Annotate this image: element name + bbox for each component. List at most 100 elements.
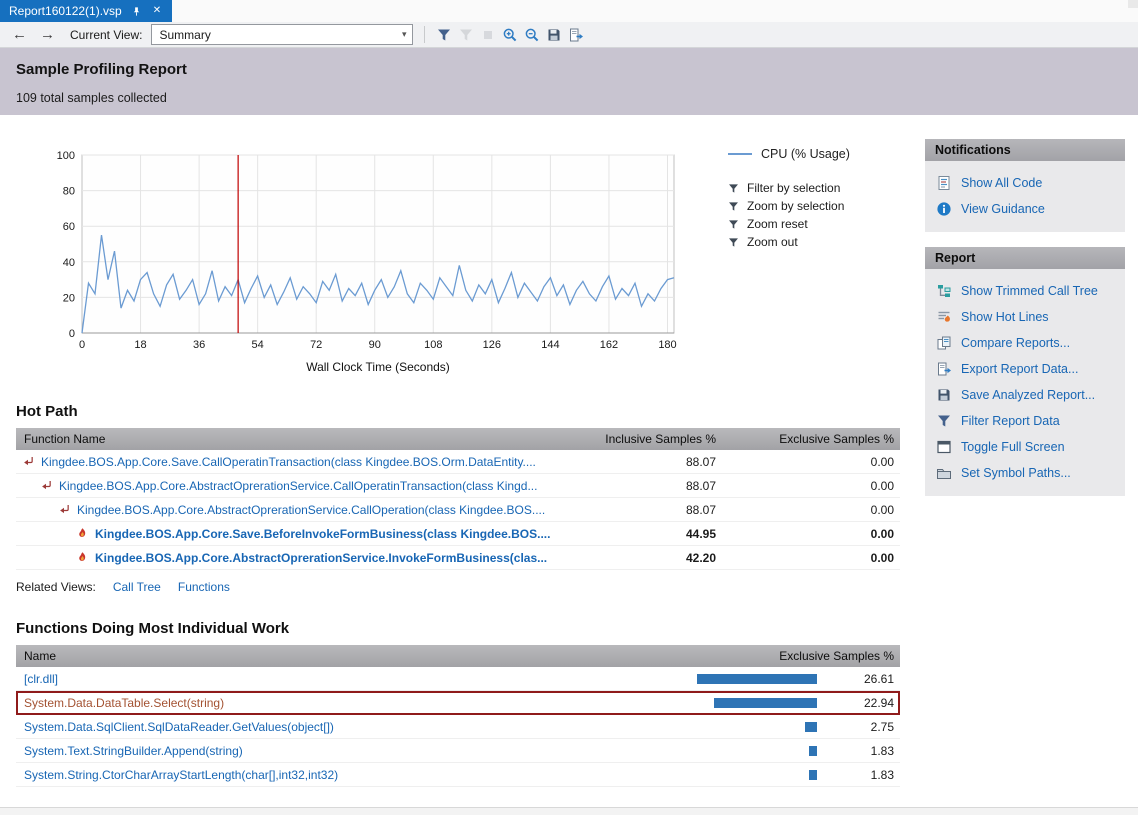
related-view-functions[interactable]: Functions xyxy=(178,580,230,594)
export-report-icon[interactable] xyxy=(568,27,584,43)
hot-path-row[interactable]: Kingdee.BOS.App.Core.AbstractOprerationS… xyxy=(16,474,900,498)
sidebar-item-view-guidance[interactable]: View Guidance xyxy=(925,196,1125,222)
forward-arrow-icon[interactable]: → xyxy=(36,26,59,43)
individual-work-row[interactable]: System.String.CtorCharArrayStartLength(c… xyxy=(16,763,900,787)
toolbar-icons xyxy=(436,27,584,43)
individual-work-table: Name Exclusive Samples % [clr.dll]26.61S… xyxy=(16,645,900,787)
work-name-cell: System.Text.StringBuilder.Append(string) xyxy=(16,744,665,758)
zoom-out-icon[interactable] xyxy=(524,27,540,43)
page-title: Sample Profiling Report xyxy=(16,61,1122,78)
function-name-cell: Kingdee.BOS.App.Core.Save.CallOperatinTr… xyxy=(16,455,552,469)
close-icon[interactable]: ✕ xyxy=(151,5,163,17)
toolbar: ← → Current View: Summary ▾ xyxy=(0,22,1138,48)
related-view-call-tree[interactable]: Call Tree xyxy=(113,580,161,594)
exclusive-samples-bar xyxy=(697,674,817,684)
compare-reports-icon xyxy=(936,335,952,351)
individual-work-row[interactable]: [clr.dll]26.61 xyxy=(16,667,900,691)
inclusive-samples-value: 88.07 xyxy=(552,455,720,469)
current-view-value: Summary xyxy=(159,28,210,42)
current-view-select[interactable]: Summary ▾ xyxy=(151,24,413,45)
function-link[interactable]: Kingdee.BOS.App.Core.AbstractOprerationS… xyxy=(77,503,545,517)
inclusive-samples-value: 88.07 xyxy=(552,503,720,517)
report-banner: Sample Profiling Report 109 total sample… xyxy=(0,48,1138,115)
chevron-down-icon: ▾ xyxy=(398,27,411,42)
hot-path-row[interactable]: Kingdee.BOS.App.Core.Save.CallOperatinTr… xyxy=(16,450,900,474)
hot-path-row[interactable]: Kingdee.BOS.App.Core.AbstractOprerationS… xyxy=(16,546,900,570)
exclusive-samples-bar-wrap xyxy=(665,770,817,780)
sidebar-item-export-report-data[interactable]: Export Report Data... xyxy=(925,356,1125,382)
column-header-exclusive[interactable]: Exclusive Samples % xyxy=(665,649,900,663)
column-header-name[interactable]: Name xyxy=(16,649,665,663)
related-views-label: Related Views: xyxy=(16,580,96,594)
pin-icon[interactable] xyxy=(131,6,142,17)
hot-path-row[interactable]: Kingdee.BOS.App.Core.AbstractOprerationS… xyxy=(16,498,900,522)
sidebar-item-show-hot-lines[interactable]: Show Hot Lines xyxy=(925,304,1125,330)
chart-legend: CPU (% Usage) xyxy=(728,147,850,161)
chart-action-zoom-reset[interactable]: Zoom reset xyxy=(728,215,850,233)
function-link[interactable]: System.Text.StringBuilder.Append(string) xyxy=(24,744,243,758)
column-header-function-name[interactable]: Function Name xyxy=(16,432,552,446)
work-name-cell: System.Data.SqlClient.SqlDataReader.GetV… xyxy=(16,720,665,734)
toolbar-separator xyxy=(424,26,425,43)
function-link[interactable]: System.String.CtorCharArrayStartLength(c… xyxy=(24,768,338,782)
sidebar-item-filter-report-data[interactable]: Filter Report Data xyxy=(925,408,1125,434)
exclusive-samples-value: 22.94 xyxy=(817,696,900,710)
hot-path-row[interactable]: Kingdee.BOS.App.Core.Save.BeforeInvokeFo… xyxy=(16,522,900,546)
function-link[interactable]: [clr.dll] xyxy=(24,672,58,686)
exclusive-samples-value: 1.83 xyxy=(817,768,900,782)
column-header-inclusive-samples[interactable]: Inclusive Samples % xyxy=(552,432,720,446)
exclusive-samples-bar-wrap xyxy=(665,698,817,708)
filter-icon[interactable] xyxy=(436,27,452,43)
hot-path-title: Hot Path xyxy=(16,403,916,420)
cpu-usage-chart[interactable]: 02040608010001836547290108126144162180Wa… xyxy=(36,145,688,377)
column-header-exclusive-samples[interactable]: Exclusive Samples % xyxy=(720,432,900,446)
exclusive-samples-value: 0.00 xyxy=(720,503,900,517)
zoom-in-icon[interactable] xyxy=(502,27,518,43)
funnel-small-icon xyxy=(728,219,739,230)
symbol-paths-icon xyxy=(936,465,952,481)
sidebar-item-set-symbol-paths[interactable]: Set Symbol Paths... xyxy=(925,460,1125,486)
filter-report-icon xyxy=(936,413,952,429)
chart-action-zoom-out[interactable]: Zoom out xyxy=(728,233,850,251)
sidebar-item-toggle-full-screen[interactable]: Toggle Full Screen xyxy=(925,434,1125,460)
individual-work-row[interactable]: System.Text.StringBuilder.Append(string)… xyxy=(16,739,900,763)
chart-action-filter-by-selection[interactable]: Filter by selection xyxy=(728,179,850,197)
svg-text:180: 180 xyxy=(658,339,676,351)
stop-icon xyxy=(480,27,496,43)
hot-path-arrow-icon xyxy=(22,455,35,468)
function-link[interactable]: Kingdee.BOS.App.Core.AbstractOprerationS… xyxy=(59,479,537,493)
sidebar: NotificationsShow All CodeView GuidanceR… xyxy=(925,139,1125,511)
save-report-icon[interactable] xyxy=(546,27,562,43)
svg-text:126: 126 xyxy=(483,339,501,351)
exclusive-samples-value: 2.75 xyxy=(817,720,900,734)
sidebar-item-show-trimmed-call-tree[interactable]: Show Trimmed Call Tree xyxy=(925,278,1125,304)
work-name-cell: System.Data.DataTable.Select(string) xyxy=(16,696,665,710)
function-link[interactable]: Kingdee.BOS.App.Core.Save.CallOperatinTr… xyxy=(41,455,536,469)
fullscreen-icon xyxy=(936,439,952,455)
function-link[interactable]: System.Data.SqlClient.SqlDataReader.GetV… xyxy=(24,720,334,734)
function-link[interactable]: Kingdee.BOS.App.Core.Save.BeforeInvokeFo… xyxy=(95,527,550,541)
exclusive-samples-bar xyxy=(809,746,817,756)
sidebar-item-show-all-code[interactable]: Show All Code xyxy=(925,170,1125,196)
back-arrow-icon[interactable]: ← xyxy=(8,26,31,43)
chart-actions: Filter by selectionZoom by selectionZoom… xyxy=(728,179,850,251)
individual-work-row[interactable]: System.Data.DataTable.Select(string) 22.9… xyxy=(16,691,900,715)
function-name-cell: Kingdee.BOS.App.Core.AbstractOprerationS… xyxy=(16,503,552,517)
exclusive-samples-value: 0.00 xyxy=(720,455,900,469)
sidebar-item-save-analyzed-report[interactable]: Save Analyzed Report... xyxy=(925,382,1125,408)
sidebar-item-compare-reports[interactable]: Compare Reports... xyxy=(925,330,1125,356)
exclusive-samples-value: 1.83 xyxy=(817,744,900,758)
horizontal-scrollbar-track[interactable] xyxy=(0,807,1138,815)
function-link[interactable]: System.Data.DataTable.Select(string) xyxy=(24,696,224,710)
chart-action-zoom-by-selection[interactable]: Zoom by selection xyxy=(728,197,850,215)
hot-path-rows: Kingdee.BOS.App.Core.Save.CallOperatinTr… xyxy=(16,450,900,570)
funnel-small-icon xyxy=(728,237,739,248)
individual-work-table-header: Name Exclusive Samples % xyxy=(16,645,900,667)
function-link[interactable]: Kingdee.BOS.App.Core.AbstractOprerationS… xyxy=(95,551,547,565)
svg-text:20: 20 xyxy=(63,292,75,304)
legend-line-swatch xyxy=(728,153,752,155)
inclusive-samples-value: 88.07 xyxy=(552,479,720,493)
individual-work-row[interactable]: System.Data.SqlClient.SqlDataReader.GetV… xyxy=(16,715,900,739)
document-tab[interactable]: Report160122(1).vsp ✕ xyxy=(0,0,172,22)
individual-work-title: Functions Doing Most Individual Work xyxy=(16,620,916,637)
